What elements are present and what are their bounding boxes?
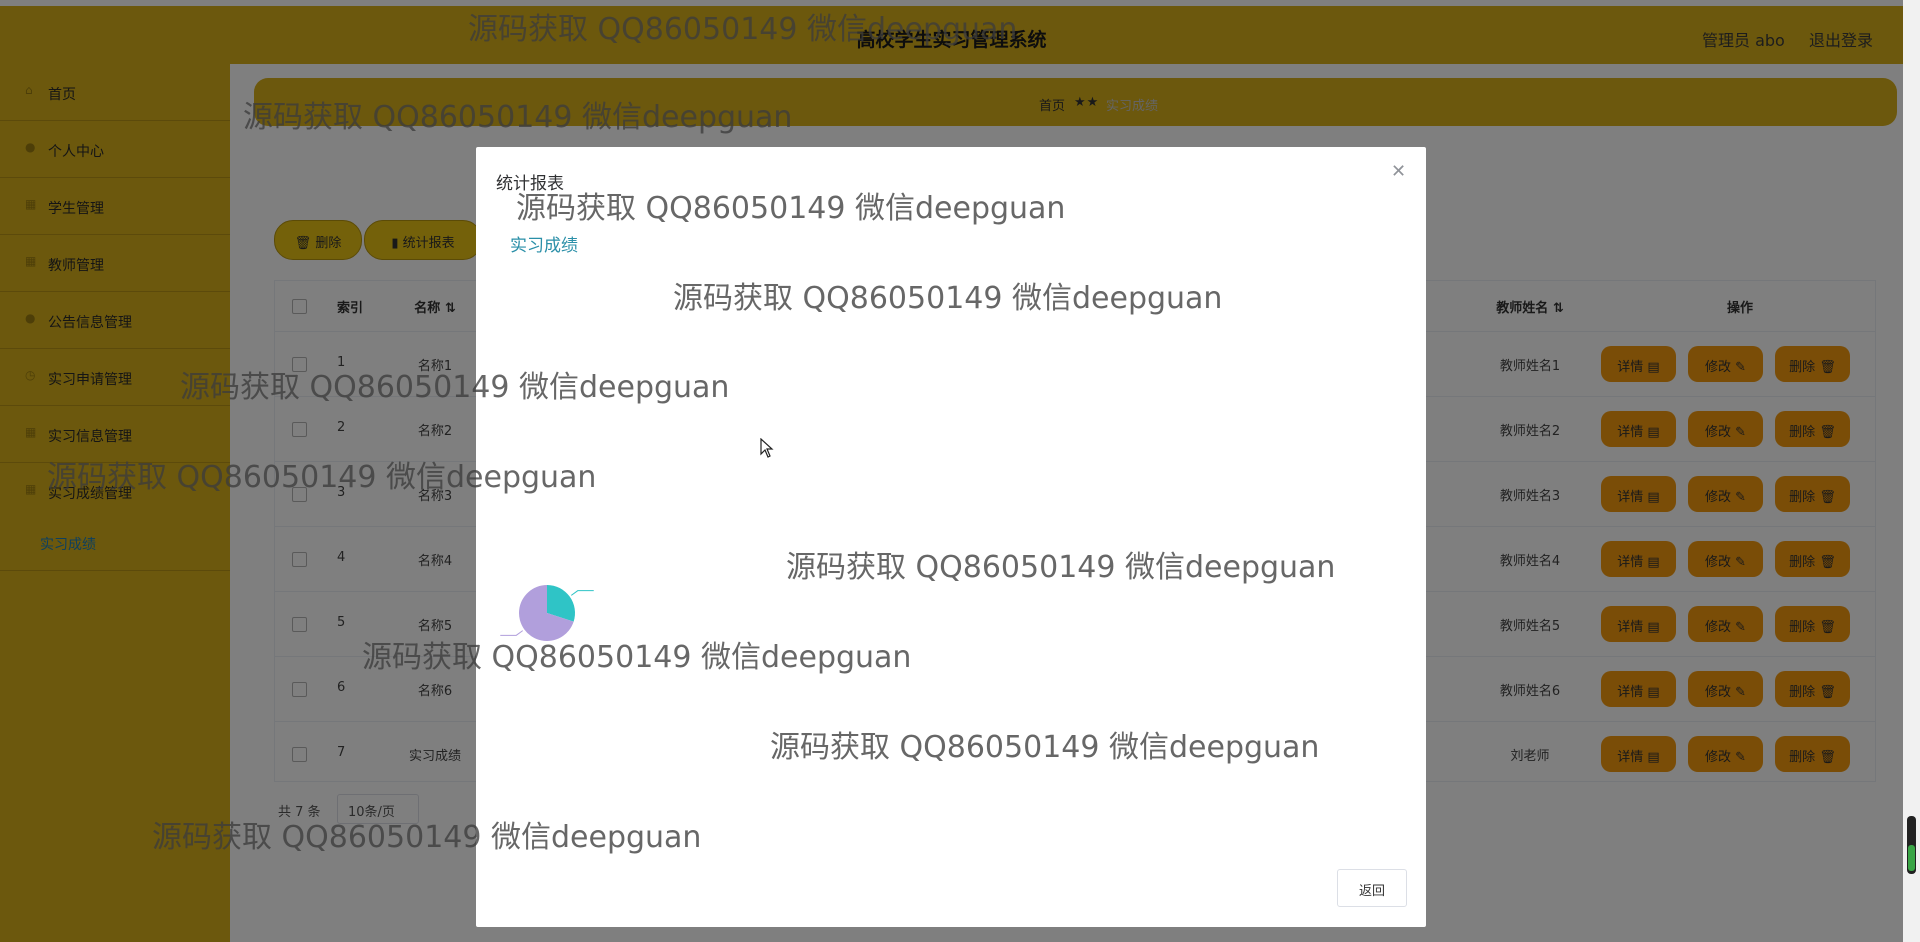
- page-scrollbar[interactable]: [1903, 0, 1920, 942]
- back-button-label: 返回: [1358, 884, 1385, 899]
- close-icon[interactable]: ✕: [1391, 163, 1406, 181]
- watermark: 源码获取 QQ86050149 微信deepguan: [468, 12, 1018, 47]
- chart-title: 实习成绩: [510, 236, 578, 256]
- watermark: 源码获取 QQ86050149 微信deepguan: [786, 550, 1336, 585]
- watermark: 源码获取 QQ86050149 微信deepguan: [180, 370, 730, 405]
- watermark: 源码获取 QQ86050149 微信deepguan: [516, 191, 1066, 226]
- scrollbar-indicator: [1908, 845, 1915, 871]
- watermark: 源码获取 QQ86050149 微信deepguan: [47, 460, 597, 495]
- app-root: 高校学生实习管理系统 管理员 abo 退出登录 ⌂ 首页 ● 个人中心 ▦ 学生…: [0, 0, 1920, 942]
- pie-leader-line-0: [570, 590, 594, 596]
- watermark: 源码获取 QQ86050149 微信deepguan: [770, 730, 1320, 765]
- back-button[interactable]: 返回: [1337, 869, 1407, 907]
- watermark: 源码获取 QQ86050149 微信deepguan: [362, 640, 912, 675]
- watermark: 源码获取 QQ86050149 微信deepguan: [152, 820, 702, 855]
- watermark: 源码获取 QQ86050149 微信deepguan: [673, 281, 1223, 316]
- report-dialog: 统计报表 ✕ 实习成绩 返回: [476, 147, 1426, 927]
- watermark: 源码获取 QQ86050149 微信deepguan: [243, 100, 793, 135]
- mouse-cursor-icon: [760, 437, 774, 462]
